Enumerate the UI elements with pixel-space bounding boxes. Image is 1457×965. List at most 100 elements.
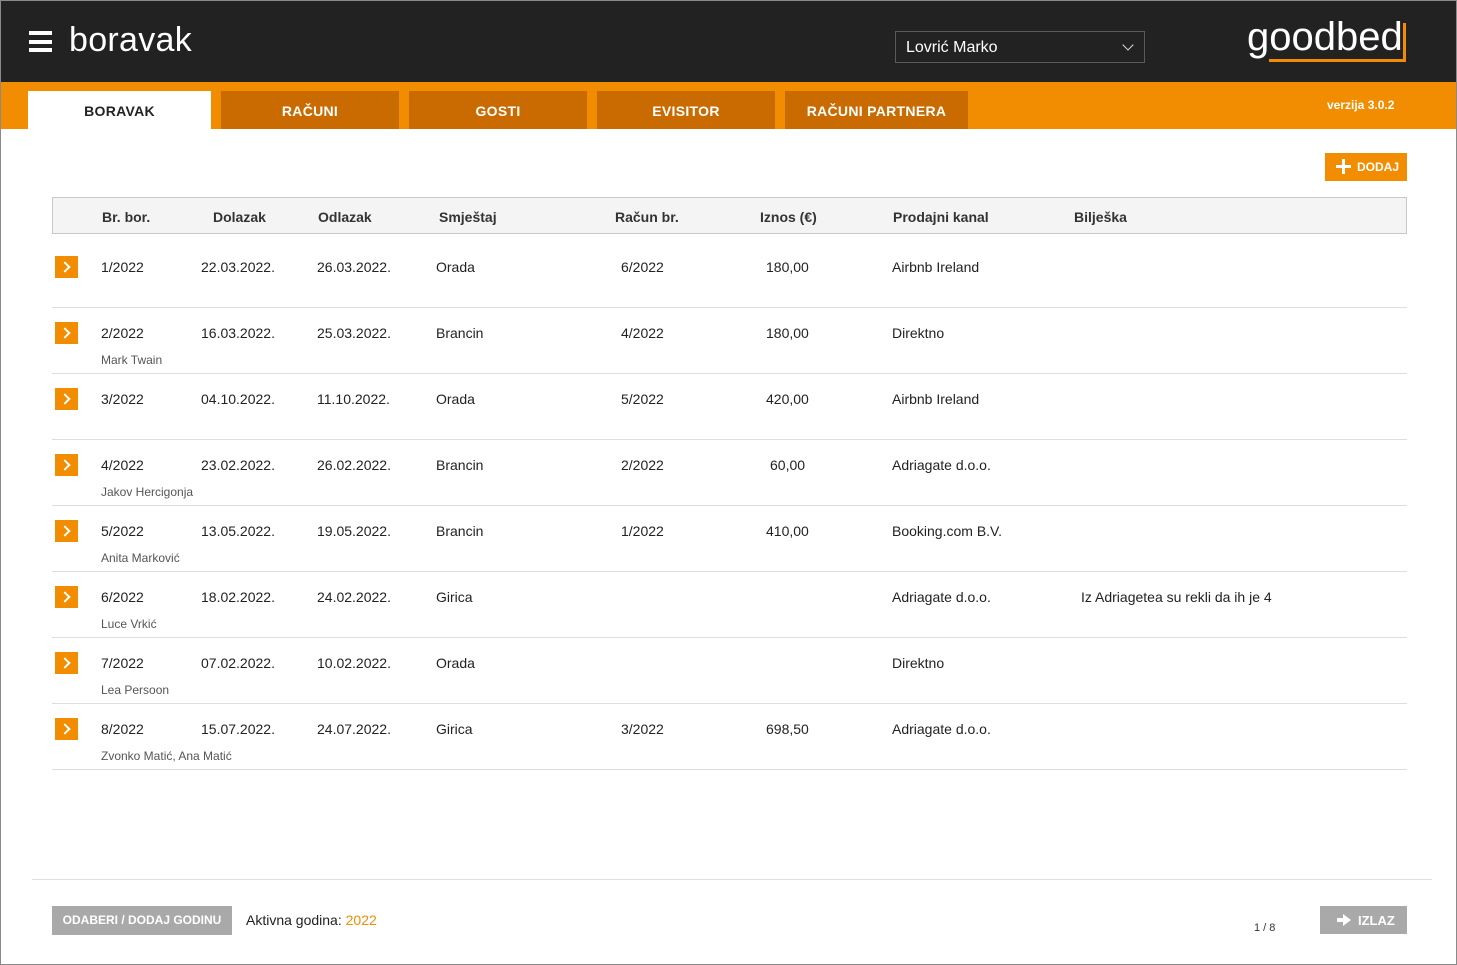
table-row[interactable]: 5/2022 13.05.2022. 19.05.2022. Brancin 1… bbox=[52, 506, 1407, 572]
column-header-dolazak: Dolazak bbox=[213, 209, 266, 225]
expand-row-icon[interactable] bbox=[55, 256, 78, 278]
cell-smjestaj: Brancin bbox=[436, 523, 484, 539]
select-add-year-button[interactable]: ODABERI / DODAJ GODINU bbox=[52, 906, 232, 935]
cell-racun-br: 5/2022 bbox=[621, 391, 664, 407]
cell-iznos: 180,00 bbox=[766, 259, 809, 275]
cell-racun-br: 3/2022 bbox=[621, 721, 664, 737]
cell-iznos: 180,00 bbox=[766, 325, 809, 341]
cell-br-bor: 3/2022 bbox=[101, 391, 144, 407]
cell-smjestaj: Girica bbox=[436, 589, 473, 605]
cell-prodajni-kanal: Direktno bbox=[892, 325, 945, 341]
cell-smjestaj: Orada bbox=[436, 391, 475, 407]
table-row[interactable]: 3/2022 04.10.2022. 11.10.2022. Orada 5/2… bbox=[52, 374, 1407, 440]
exit-button-label: IZLAZ bbox=[1358, 913, 1395, 928]
tab-gosti[interactable]: GOSTI bbox=[409, 91, 587, 129]
expand-row-icon[interactable] bbox=[55, 454, 78, 476]
cell-br-bor: 5/2022 bbox=[101, 523, 144, 539]
goodbed-logo: goodbed bbox=[1247, 15, 1406, 65]
cell-prodajni-kanal: Adriagate d.o.o. bbox=[892, 589, 991, 605]
cell-iznos: 420,00 bbox=[766, 391, 809, 407]
cell-guest-names: Mark Twain bbox=[101, 353, 163, 367]
user-select[interactable]: Lovrić Marko bbox=[895, 31, 1145, 63]
cell-odlazak: 24.02.2022. bbox=[317, 589, 391, 605]
cell-smjestaj: Orada bbox=[436, 655, 475, 671]
cell-odlazak: 26.03.2022. bbox=[317, 259, 391, 275]
table-row[interactable]: 7/2022 07.02.2022. 10.02.2022. Orada Dir… bbox=[52, 638, 1407, 704]
cell-dolazak: 13.05.2022. bbox=[201, 523, 275, 539]
logo-text: goodbed bbox=[1247, 15, 1403, 59]
logo-bar bbox=[1403, 23, 1406, 62]
cell-racun-br: 4/2022 bbox=[621, 325, 664, 341]
top-header: boravak Lovrić Marko goodbed bbox=[1, 1, 1456, 82]
column-header-iznos: Iznos (€) bbox=[760, 209, 817, 225]
tab-bar: BORAVAK RAČUNI GOSTI EVISITOR RAČUNI PAR… bbox=[1, 82, 1456, 129]
pager: 1 / 8 bbox=[1254, 922, 1276, 934]
cell-prodajni-kanal: Booking.com B.V. bbox=[892, 523, 1002, 539]
footer-divider bbox=[32, 879, 1432, 880]
cell-smjestaj: Brancin bbox=[436, 325, 484, 341]
cell-prodajni-kanal: Airbnb Ireland bbox=[892, 391, 980, 407]
cell-dolazak: 22.03.2022. bbox=[201, 259, 275, 275]
cell-br-bor: 8/2022 bbox=[101, 721, 144, 737]
column-header-biljeska: Bilješka bbox=[1074, 209, 1127, 225]
cell-iznos: 410,00 bbox=[766, 523, 809, 539]
cell-odlazak: 11.10.2022. bbox=[317, 391, 390, 407]
cell-iznos: 60,00 bbox=[770, 457, 806, 473]
table-row[interactable]: 1/2022 22.03.2022. 26.03.2022. Orada 6/2… bbox=[52, 242, 1407, 308]
column-header-br-bor: Br. bor. bbox=[102, 209, 151, 225]
cell-smjestaj: Brancin bbox=[436, 457, 484, 473]
table-row[interactable]: 4/2022 23.02.2022. 26.02.2022. Brancin 2… bbox=[52, 440, 1407, 506]
chevron-down-icon bbox=[1122, 39, 1134, 51]
cell-guest-names: Lea Persoon bbox=[101, 683, 170, 697]
cell-dolazak: 04.10.2022. bbox=[201, 391, 275, 407]
expand-row-icon[interactable] bbox=[55, 388, 78, 410]
tab-evisitor[interactable]: EVISITOR bbox=[597, 91, 775, 129]
cell-dolazak: 18.02.2022. bbox=[201, 589, 275, 605]
cell-odlazak: 25.03.2022. bbox=[317, 325, 391, 341]
exit-button[interactable]: IZLAZ bbox=[1320, 906, 1407, 934]
cell-dolazak: 15.07.2022. bbox=[201, 721, 275, 737]
cell-guest-names: Luce Vrkić bbox=[101, 617, 157, 631]
tab-racuni[interactable]: RAČUNI bbox=[221, 91, 399, 129]
cell-iznos: 698,50 bbox=[766, 721, 809, 737]
column-header-racun-br: Račun br. bbox=[615, 209, 679, 225]
cell-smjestaj: Girica bbox=[436, 721, 473, 737]
expand-row-icon[interactable] bbox=[55, 322, 78, 344]
cell-racun-br: 6/2022 bbox=[621, 259, 664, 275]
cell-guest-names: Jakov Hercigonja bbox=[101, 485, 194, 499]
cell-guest-names: Anita Marković bbox=[101, 551, 180, 565]
add-button[interactable]: DODAJ bbox=[1325, 153, 1407, 181]
cell-odlazak: 24.07.2022. bbox=[317, 721, 391, 737]
cell-br-bor: 7/2022 bbox=[101, 655, 144, 671]
tab-racuni-partnera[interactable]: RAČUNI PARTNERA bbox=[785, 91, 968, 129]
table-row[interactable]: 6/2022 18.02.2022. 24.02.2022. Girica Ad… bbox=[52, 572, 1407, 638]
table-row[interactable]: 8/2022 15.07.2022. 24.07.2022. Girica 3/… bbox=[52, 704, 1407, 770]
add-button-label: DODAJ bbox=[1357, 160, 1400, 174]
cell-br-bor: 4/2022 bbox=[101, 457, 144, 473]
cell-dolazak: 07.02.2022. bbox=[201, 655, 275, 671]
active-year-value: 2022 bbox=[345, 912, 377, 928]
active-year-label: Aktivna godina: bbox=[246, 912, 346, 928]
cell-odlazak: 26.02.2022. bbox=[317, 457, 391, 473]
cell-prodajni-kanal: Adriagate d.o.o. bbox=[892, 457, 991, 473]
page-title: boravak bbox=[69, 21, 193, 59]
cell-br-bor: 2/2022 bbox=[101, 325, 144, 341]
logo-underline bbox=[1269, 59, 1406, 62]
cell-dolazak: 23.02.2022. bbox=[201, 457, 275, 473]
cell-prodajni-kanal: Direktno bbox=[892, 655, 945, 671]
cell-racun-br: 2/2022 bbox=[621, 457, 664, 473]
app-window: boravak Lovrić Marko goodbed BORAVAK RAČ… bbox=[0, 0, 1457, 965]
expand-row-icon[interactable] bbox=[55, 520, 78, 542]
expand-row-icon[interactable] bbox=[55, 652, 78, 674]
version-label: verzija 3.0.2 bbox=[1327, 98, 1395, 112]
expand-row-icon[interactable] bbox=[55, 718, 78, 740]
tab-boravak[interactable]: BORAVAK bbox=[28, 91, 211, 129]
hamburger-menu-icon[interactable] bbox=[29, 31, 52, 52]
table-row[interactable]: 2/2022 16.03.2022. 25.03.2022. Brancin 4… bbox=[52, 308, 1407, 374]
cell-prodajni-kanal: Airbnb Ireland bbox=[892, 259, 980, 275]
cell-br-bor: 1/2022 bbox=[101, 259, 144, 275]
table-header: Br. bor. Dolazak Odlazak Smještaj Račun … bbox=[52, 197, 1407, 234]
cell-biljeska: Iz Adriagetea su rekli da ih je 4 bbox=[1081, 589, 1272, 605]
expand-row-icon[interactable] bbox=[55, 586, 78, 608]
cell-dolazak: 16.03.2022. bbox=[201, 325, 275, 341]
